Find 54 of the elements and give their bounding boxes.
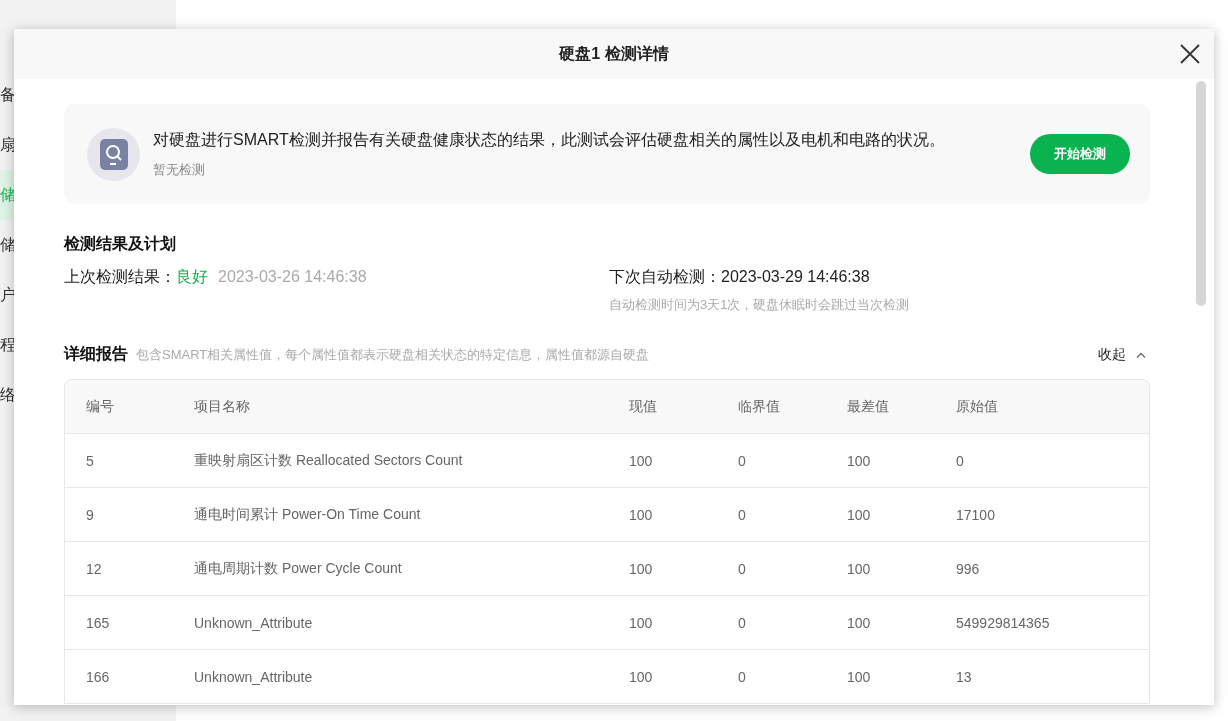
table-cell-text: 100 <box>847 668 872 685</box>
table-cell-text: 0 <box>738 452 747 469</box>
table-cell-text: 通电周期计数 Power Cycle Count <box>194 559 403 578</box>
table-cell-text: 9 <box>86 506 95 523</box>
report-title: 详细报告 <box>64 344 128 364</box>
column-header: 现值 <box>629 397 658 416</box>
scrollbar-thumb[interactable] <box>1196 81 1206 306</box>
table-cell-text: Unknown_Attribute <box>194 668 314 685</box>
close-icon <box>1178 42 1202 66</box>
table-cell-text: 5 <box>86 452 95 469</box>
table-cell-text: 100 <box>629 452 654 469</box>
column-header: 编号 <box>86 397 115 416</box>
table-cell-text: 0 <box>738 668 747 685</box>
table-cell-text: 通电时间累计 Power-On Time Count <box>194 505 422 524</box>
table-cell-text: 100 <box>847 452 872 469</box>
next-time: 2023-03-29 14:46:38 <box>721 268 870 286</box>
table-cell-text: 17100 <box>956 506 996 523</box>
table-cell-text: 100 <box>629 614 654 631</box>
section-title: 检测结果及计划 <box>64 234 177 254</box>
column-header: 临界值 <box>738 397 781 416</box>
report-description: 包含SMART相关属性值，每个属性值都表示硬盘相关状态的特定信息，属性值都源自硬盘 <box>136 345 651 364</box>
table-cell-text: 996 <box>956 560 981 577</box>
table-cell-text: 重映射扇区计数 Reallocated Sectors Count <box>194 451 464 470</box>
table-cell-text: 100 <box>847 614 872 631</box>
table-cell-text: 0 <box>738 614 747 631</box>
table-cell-text: 0 <box>738 506 747 523</box>
table-cell-text: 100 <box>847 506 872 523</box>
table-cell-text: 100 <box>629 506 654 523</box>
close-button[interactable] <box>1178 42 1202 66</box>
collapse-toggle[interactable]: 收起 <box>1098 345 1150 364</box>
dialog-title: 硬盘1 检测详情 <box>559 43 669 64</box>
table-cell-text: 165 <box>86 614 111 631</box>
column-header: 最差值 <box>847 397 890 416</box>
last-result-label: 上次检测结果： <box>64 267 176 287</box>
column-header: 原始值 <box>956 397 999 416</box>
table-cell-text: 0 <box>956 452 965 469</box>
table-cell-text: 12 <box>86 560 103 577</box>
table-cell-text: 13 <box>956 668 973 685</box>
table-cell-text: 166 <box>86 668 111 685</box>
table-cell-text: 549929814365 <box>956 614 1051 631</box>
schedule-note: 自动检测时间为3天1次，硬盘休眠时会跳过当次检测 <box>609 296 911 314</box>
table-cell-text: 100 <box>847 560 872 577</box>
next-check-label: 下次自动检测： <box>609 267 721 287</box>
last-time: 2023-03-26 14:46:38 <box>218 268 367 286</box>
table-cell-text: 0 <box>738 560 747 577</box>
column-header: 项目名称 <box>194 397 251 416</box>
table-cell-text: 100 <box>629 668 654 685</box>
table-cell-text: Unknown_Attribute <box>194 614 314 631</box>
disk-search-icon <box>99 138 128 170</box>
caret-icon <box>1136 351 1146 358</box>
status-text: 暂无检测 <box>153 160 206 179</box>
description-text: 对硬盘进行SMART检测并报告有关硬盘健康状态的结果，此测试会评估硬盘相关的属性以及电机和电路的状况。 <box>153 129 946 150</box>
result-value: 良好 <box>176 267 208 287</box>
table-cell-text: 100 <box>629 560 654 577</box>
